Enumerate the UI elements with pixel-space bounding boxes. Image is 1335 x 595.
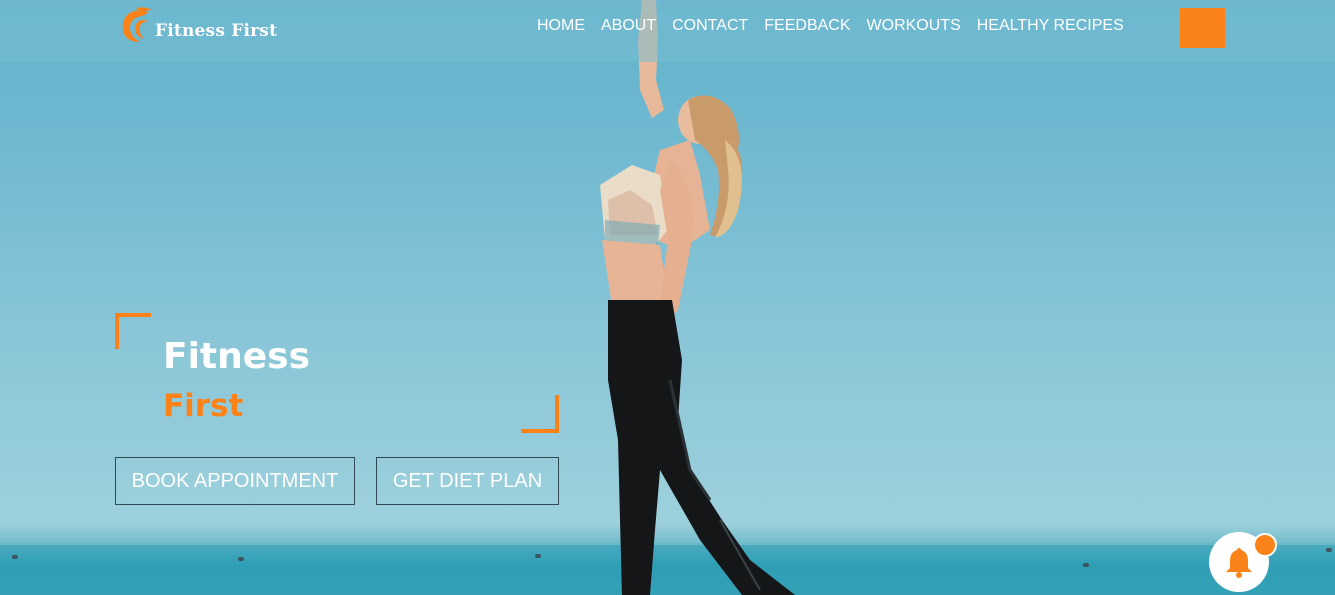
swimmer-decoration xyxy=(1326,548,1332,552)
brand-name: Fitness First xyxy=(155,21,278,41)
nav-item-about[interactable]: ABOUT xyxy=(601,17,656,35)
book-appointment-button[interactable]: BOOK APPOINTMENT xyxy=(115,457,355,505)
hero-corner-bottom-right xyxy=(521,395,559,433)
main-navigation: HOME ABOUT CONTACT FEEDBACK WORKOUTS HEA… xyxy=(537,17,1140,35)
get-diet-plan-button[interactable]: GET DIET PLAN xyxy=(376,457,559,505)
nav-item-contact[interactable]: CONTACT xyxy=(672,17,748,35)
notification-badge xyxy=(1253,533,1277,557)
header-action-button[interactable] xyxy=(1180,8,1225,48)
flame-swirl-logo-icon xyxy=(122,7,152,42)
landing-page: Fitness First HOME ABOUT CONTACT FEEDBAC… xyxy=(0,0,1335,595)
brand-logo[interactable]: Fitness First xyxy=(118,6,277,44)
nav-item-healthy-recipes[interactable]: HEALTHY RECIPES xyxy=(977,17,1124,35)
nav-item-home[interactable]: HOME xyxy=(537,17,585,35)
hero-subtitle: First xyxy=(163,388,244,424)
hero-corner-top-left xyxy=(115,313,151,349)
nav-item-workouts[interactable]: WORKOUTS xyxy=(867,17,961,35)
site-header: Fitness First HOME ABOUT CONTACT FEEDBAC… xyxy=(0,0,1335,62)
hero-title: Fitness xyxy=(163,336,311,377)
hero-athlete-image xyxy=(600,0,795,595)
swimmer-decoration xyxy=(535,554,541,558)
bell-icon xyxy=(1226,548,1252,578)
swimmer-decoration xyxy=(12,555,18,559)
swimmer-decoration xyxy=(1083,563,1089,567)
nav-item-feedback[interactable]: FEEDBACK xyxy=(764,17,850,35)
swimmer-decoration xyxy=(238,557,244,561)
